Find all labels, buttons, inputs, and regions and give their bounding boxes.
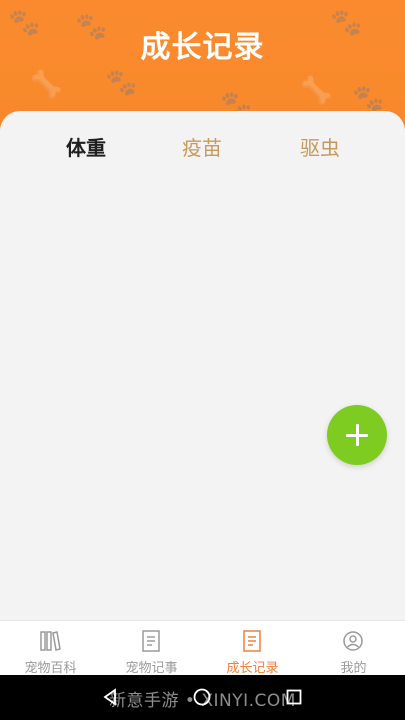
nav-mine[interactable]: 我的: [303, 621, 404, 676]
nav-pet-notes[interactable]: 宠物记事: [101, 621, 202, 676]
watermark-text: 新意手游 • XINYI.COM: [109, 691, 296, 711]
nav-label: 我的: [340, 661, 367, 676]
tab-bar: 体重 疫苗 驱虫: [0, 132, 405, 166]
tab-weight[interactable]: 体重: [36, 132, 136, 161]
paw-decoration-icon: 🐾: [352, 84, 385, 114]
books-icon: [40, 631, 61, 651]
record-icon: [243, 630, 261, 652]
paw-decoration-icon: 🐾: [105, 68, 138, 98]
nav-growth-record[interactable]: 成长记录: [202, 621, 303, 676]
content-card: [0, 111, 405, 621]
bone-decoration-icon: 🦴: [30, 70, 63, 100]
nav-label: 宠物记事: [125, 661, 178, 676]
nav-label: 宠物百科: [24, 661, 77, 676]
tab-vaccine[interactable]: 疫苗: [152, 132, 252, 161]
bottom-navigation: 宠物百科 宠物记事 成长记录 我的: [0, 620, 405, 676]
notebook-icon: [142, 630, 160, 652]
page-title: 成长记录: [140, 30, 265, 65]
tab-deworming[interactable]: 驱虫: [270, 132, 370, 161]
nav-label: 成长记录: [226, 661, 279, 676]
add-record-button[interactable]: [327, 405, 387, 465]
bone-decoration-icon: 🦴: [300, 76, 333, 106]
user-icon: [343, 631, 363, 651]
nav-pet-encyclopedia[interactable]: 宠物百科: [0, 621, 101, 676]
